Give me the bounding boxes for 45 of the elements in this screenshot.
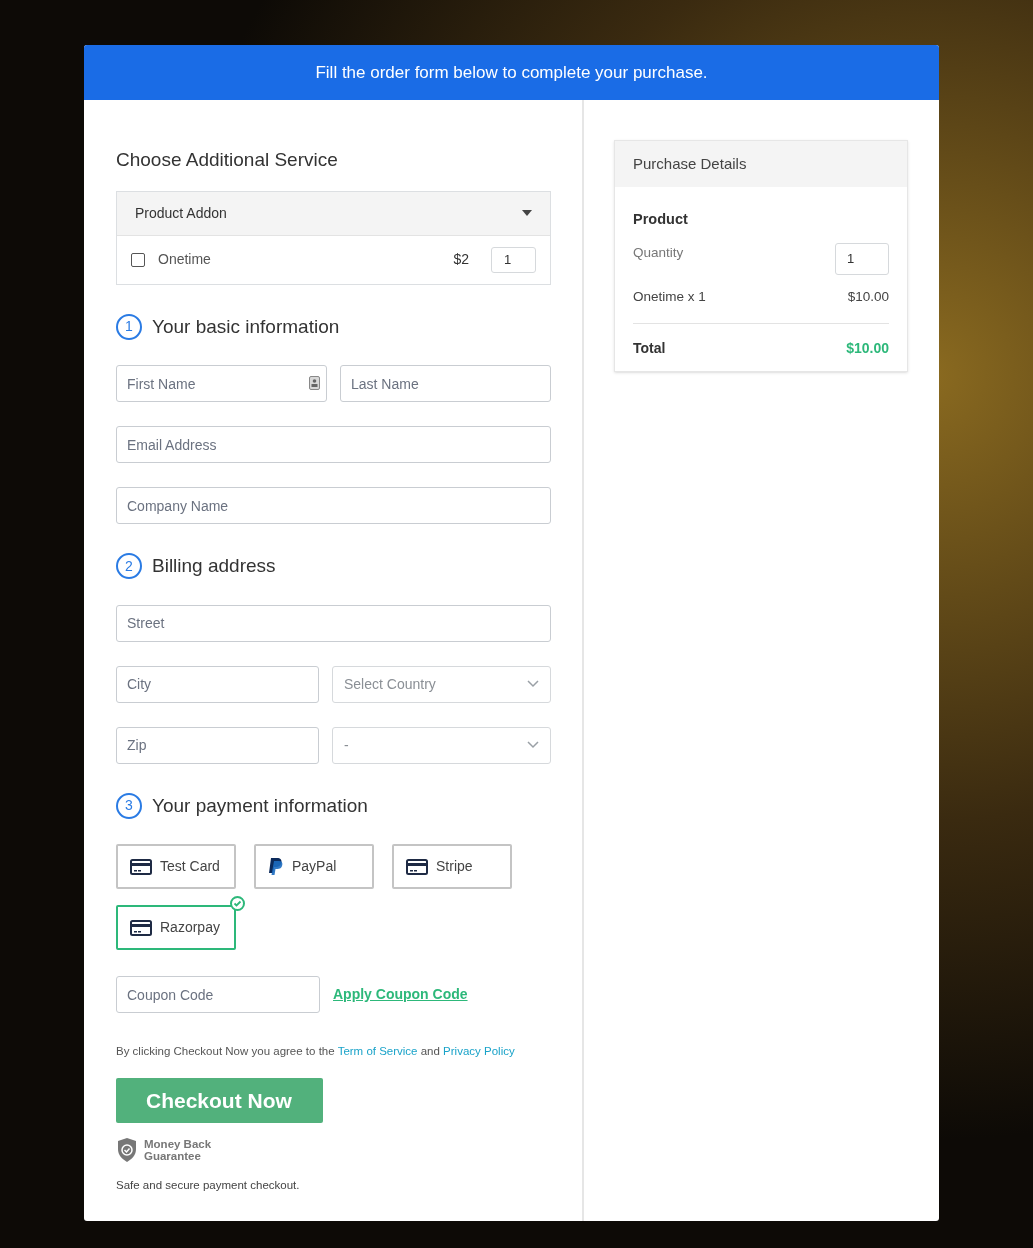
section-title: Your payment information — [152, 793, 368, 818]
terms-text: By clicking Checkout Now you agree to the Term of Service and Privacy Policy — [116, 1044, 516, 1059]
guarantee-text: Money Back Guarantee — [144, 1138, 213, 1163]
credit-card-icon — [130, 858, 152, 875]
input-field[interactable]: City — [116, 665, 319, 703]
input-field[interactable]: Last Name — [340, 365, 551, 402]
checkbox[interactable] — [131, 252, 145, 267]
shield-check-icon — [116, 1137, 138, 1164]
input-field[interactable]: Street — [116, 604, 551, 642]
input-field[interactable]: First Name — [116, 365, 327, 402]
quantity-field[interactable]: 1 — [491, 246, 536, 273]
chevron-down-icon — [527, 680, 539, 688]
section-title: Choose Additional Service — [116, 148, 339, 172]
input-field[interactable]: Coupon Code — [116, 976, 320, 1013]
product-label: Product — [633, 210, 689, 229]
chevron-down-icon — [527, 741, 539, 749]
secure-note: Safe and secure payment checkout. — [116, 1178, 301, 1194]
section-title: Billing address — [152, 554, 276, 578]
line-item: Onetime x 1 — [633, 287, 706, 306]
total-label: Total — [633, 339, 666, 358]
credit-card-icon — [130, 919, 152, 936]
input-field[interactable]: Email Address — [116, 426, 551, 463]
input-field[interactable]: Company Name — [116, 487, 551, 524]
quantity-field[interactable]: 1 — [835, 242, 889, 275]
line-price: $10.00 — [847, 287, 889, 306]
total-amount: $10.00 — [846, 339, 889, 358]
input-field[interactable]: Zip — [116, 726, 319, 764]
section-title: Your basic information — [152, 314, 340, 339]
step-number: 3 — [116, 792, 142, 819]
quantity-label: Quantity — [633, 243, 684, 262]
credit-card-icon — [406, 858, 428, 875]
payment-option[interactable]: Stripe — [392, 844, 512, 889]
panel-title: Purchase Details — [633, 153, 747, 174]
payment-option[interactable]: Razorpay — [116, 905, 236, 950]
payment-option[interactable]: PayPal — [254, 844, 374, 889]
step-number: 1 — [116, 313, 142, 340]
banner: Fill the order form below to complete your purchase. — [84, 45, 939, 100]
addon-price: $2 — [453, 250, 469, 269]
check-circle-icon — [230, 896, 245, 911]
addon-title: Product Addon — [135, 203, 227, 223]
addon-label: Onetime — [158, 250, 212, 269]
payment-option[interactable]: Test Card — [116, 844, 236, 889]
addon-header[interactable]: Product Addon — [117, 191, 550, 236]
paypal-icon — [268, 856, 284, 877]
step-number: 2 — [116, 553, 142, 580]
